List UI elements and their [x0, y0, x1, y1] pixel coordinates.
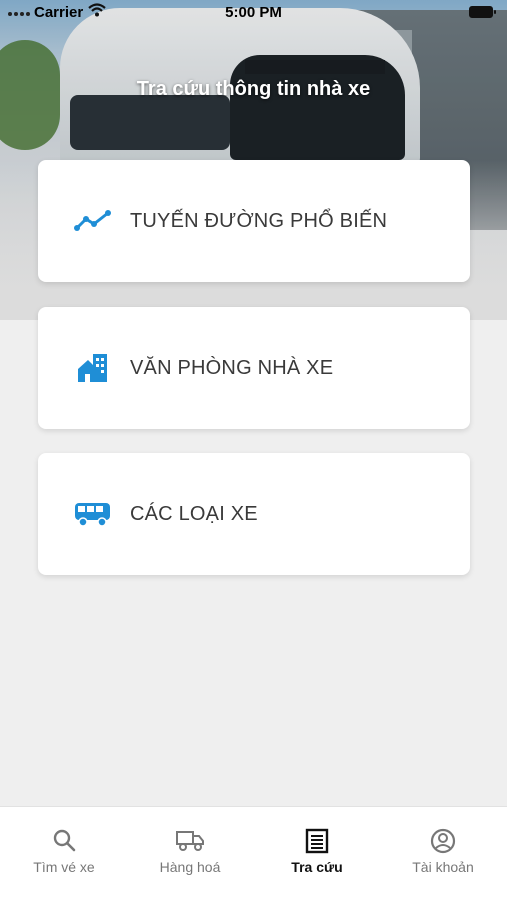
bottom-tab-bar: Tìm vé xe Hàng hoá Tra cứu Tài khoản — [0, 806, 507, 901]
tab-label: Hàng hoá — [159, 859, 221, 875]
search-icon — [1, 828, 127, 854]
truck-icon — [127, 828, 253, 854]
tab-lookup[interactable]: Tra cứu — [254, 807, 380, 901]
user-circle-icon — [380, 828, 506, 854]
battery-icon — [469, 6, 496, 18]
menu-item-popular-routes[interactable]: TUYẾN ĐƯỜNG PHỔ BIẾN — [38, 160, 470, 282]
menu-item-label: TUYẾN ĐƯỜNG PHỔ BIẾN — [130, 209, 388, 232]
menu-item-label: VĂN PHÒNG NHÀ XE — [130, 356, 334, 379]
page-title: Tra cứu thông tin nhà xe — [136, 78, 371, 100]
status-bar: Carrier 5:00 PM — [0, 0, 507, 26]
tab-account[interactable]: Tài khoản — [380, 807, 506, 901]
tab-search-tickets[interactable]: Tìm vé xe — [1, 807, 127, 901]
tab-label: Tra cứu — [291, 859, 343, 875]
tab-goods[interactable]: Hàng hoá — [127, 807, 253, 901]
tab-label: Tài khoản — [412, 859, 474, 875]
bus-icon — [74, 498, 112, 530]
route-trend-icon — [74, 205, 112, 237]
status-time: 5:00 PM — [225, 4, 282, 21]
office-building-icon — [74, 352, 112, 384]
menu-item-label: CÁC LOẠI XE — [130, 502, 258, 525]
menu-item-vehicle-types[interactable]: CÁC LOẠI XE — [38, 453, 470, 575]
document-list-icon — [254, 828, 380, 854]
tab-label: Tìm vé xe — [33, 859, 95, 875]
menu-item-bus-offices[interactable]: VĂN PHÒNG NHÀ XE — [38, 307, 470, 429]
